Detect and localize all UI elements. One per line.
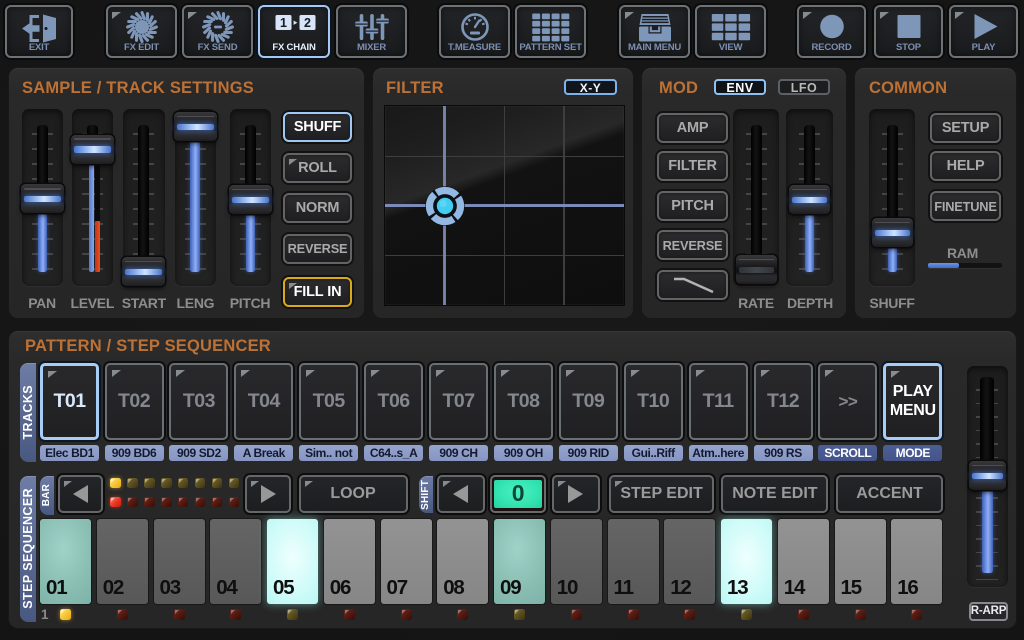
svg-text:2: 2: [304, 16, 311, 30]
svg-text:1: 1: [280, 16, 287, 30]
